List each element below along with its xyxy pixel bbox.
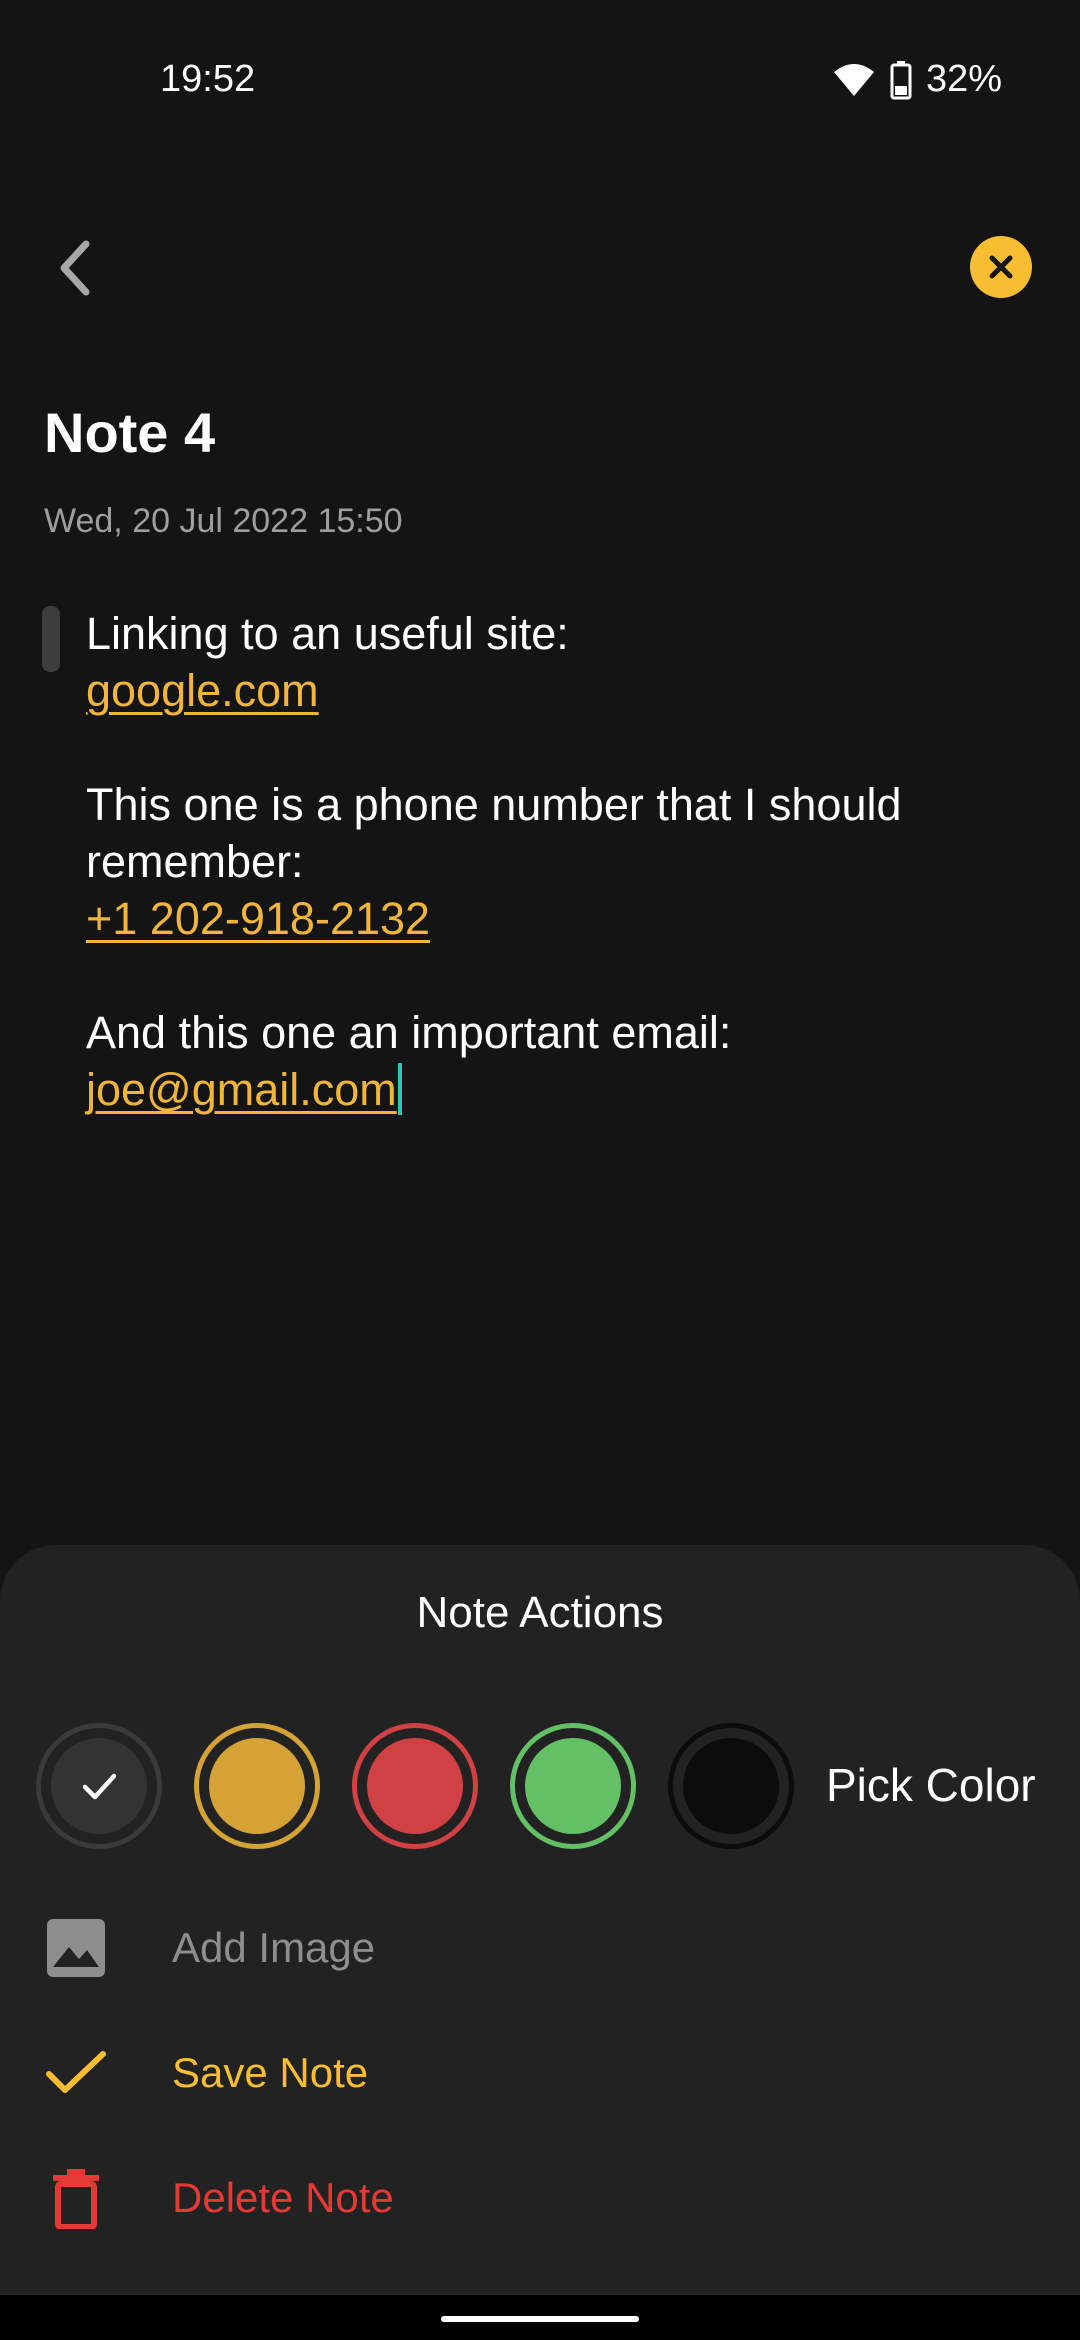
add-image-button[interactable]: Add Image xyxy=(44,1908,744,1988)
color-swatch-black[interactable] xyxy=(668,1723,794,1849)
color-swatch-red[interactable] xyxy=(352,1723,478,1849)
close-button[interactable] xyxy=(970,236,1032,298)
note-color-indicator xyxy=(42,606,60,672)
color-swatch-green[interactable] xyxy=(510,1723,636,1849)
status-bar: 19:52 32% xyxy=(0,0,1080,170)
web-link[interactable]: google.com xyxy=(86,665,319,716)
delete-note-label: Delete Note xyxy=(172,2174,394,2221)
close-icon xyxy=(989,255,1013,279)
note-text-line: remember: xyxy=(86,836,304,887)
color-swatch-yellow[interactable] xyxy=(194,1723,320,1849)
battery-icon xyxy=(890,60,912,100)
image-icon xyxy=(44,1916,108,1980)
trash-icon xyxy=(44,2166,108,2230)
save-note-label: Save Note xyxy=(172,2049,369,2096)
note-text-line: And this one an important email: xyxy=(86,1007,732,1058)
status-time: 19:52 xyxy=(160,58,256,100)
email-link[interactable]: joe@gmail.com xyxy=(86,1064,397,1115)
check-icon xyxy=(44,2041,108,2105)
delete-note-button[interactable]: Delete Note xyxy=(44,2158,744,2238)
note-title[interactable]: Note 4 xyxy=(44,400,215,465)
note-date: Wed, 20 Jul 2022 15:50 xyxy=(44,502,403,540)
check-icon xyxy=(82,1773,117,1800)
battery-percent: 32% xyxy=(925,58,1002,100)
wifi-icon xyxy=(832,62,876,98)
sheet-title: Note Actions xyxy=(416,1588,664,1637)
note-text-line: This one is a phone number that I should xyxy=(86,779,902,830)
chevron-left-icon xyxy=(60,240,90,296)
text-cursor xyxy=(397,1063,402,1115)
pick-color-button[interactable]: Pick Color xyxy=(826,1758,1036,1812)
add-image-label: Add Image xyxy=(172,1924,376,1971)
note-text-line: Linking to an useful site: xyxy=(86,608,569,659)
phone-link[interactable]: +1 202-918-2132 xyxy=(86,893,430,944)
back-button[interactable] xyxy=(44,228,104,308)
color-swatch-default[interactable] xyxy=(36,1723,162,1849)
home-indicator[interactable] xyxy=(441,2316,639,2322)
status-icons: 32% xyxy=(832,58,1002,101)
save-note-button[interactable]: Save Note xyxy=(44,2033,744,2113)
note-body-editor[interactable]: Linking to an useful site: google.com Th… xyxy=(86,605,986,1118)
